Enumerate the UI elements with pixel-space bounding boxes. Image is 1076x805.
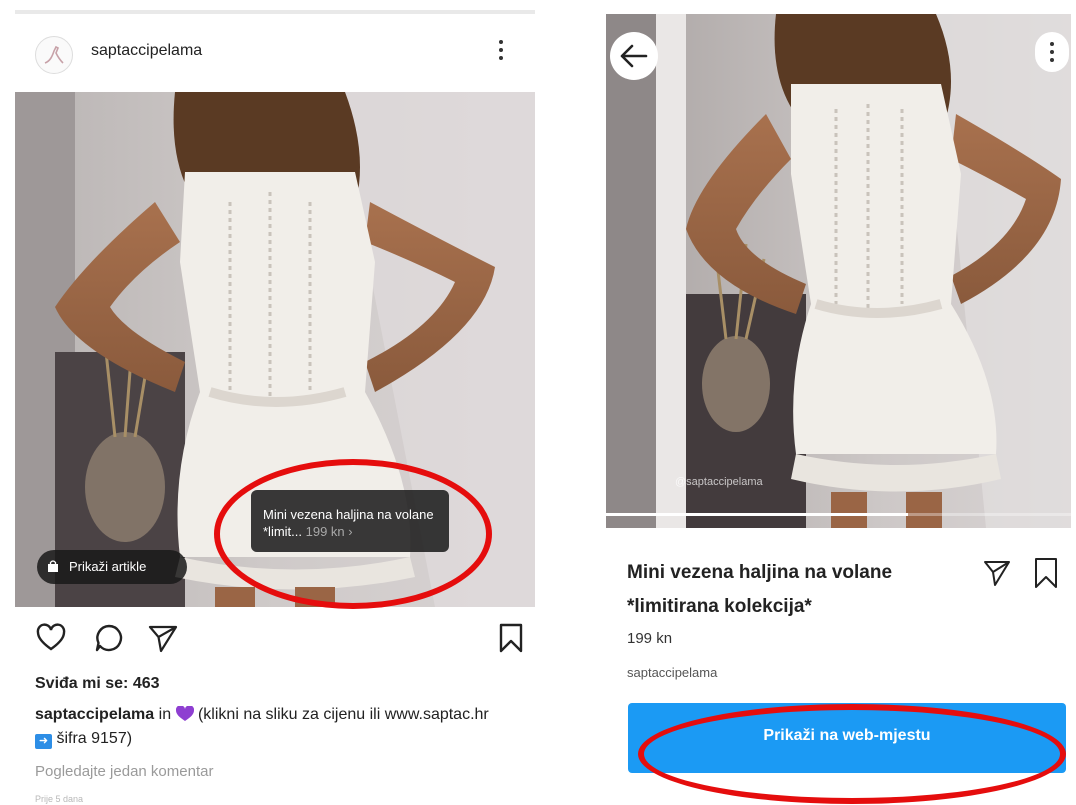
bookmark-icon-2[interactable] — [1032, 556, 1060, 590]
show-products-label: Prikaži artikle — [69, 559, 147, 574]
annotation-circle-tag — [214, 459, 492, 609]
product-price: 199 kn — [627, 630, 673, 647]
show-products-button[interactable]: Prikaži artikle — [37, 550, 187, 584]
avatar[interactable] — [35, 36, 73, 74]
view-comments-link[interactable]: Pogledajte jedan komentar — [35, 763, 213, 780]
image-progress-fill — [606, 513, 908, 516]
heart-icon[interactable] — [35, 622, 67, 654]
post-caption: saptaccipelama in (klikni na sliku za ci… — [35, 703, 505, 751]
dress-photo-illustration-2 — [606, 14, 1071, 528]
back-button[interactable] — [610, 32, 658, 80]
annotation-circle-button — [638, 704, 1066, 804]
product-photo[interactable] — [606, 14, 1071, 528]
purple-heart-icon — [175, 706, 194, 721]
arrow-left-icon — [620, 44, 648, 68]
more-options-icon-2[interactable] — [1035, 32, 1069, 72]
post-username[interactable]: saptaccipelama — [91, 42, 202, 60]
photo-watermark: @saptaccipelama — [675, 476, 763, 488]
send-icon-2[interactable] — [982, 558, 1012, 588]
caption-author[interactable]: saptaccipelama — [35, 706, 154, 723]
right-arrow-icon: ➜ — [35, 734, 52, 749]
product-detail-screen: @saptaccipelama Mini vezena haljina na v… — [600, 10, 1076, 805]
send-icon[interactable] — [147, 622, 179, 654]
instagram-post: saptaccipelama Mini vezena haljina na vo… — [15, 10, 535, 805]
caption-text-3: šifra 9157) — [52, 730, 133, 747]
comment-icon[interactable] — [93, 622, 125, 654]
product-title: Mini vezena haljina na volane *limitiran… — [627, 562, 893, 617]
caption-text-1: in — [154, 706, 176, 723]
shopping-bag-icon — [48, 560, 58, 572]
more-options-icon[interactable] — [495, 40, 507, 66]
likes-count[interactable]: Sviđa mi se: 463 — [35, 675, 160, 693]
post-timestamp: Prije 5 dana — [35, 794, 84, 804]
bookmark-icon[interactable] — [495, 622, 527, 654]
top-divider — [15, 10, 535, 14]
shop-name[interactable]: saptaccipelama — [627, 665, 717, 680]
shoe-logo-icon — [44, 45, 64, 64]
caption-text-2: (klikni na sliku za cijenu ili www.sapta… — [193, 706, 489, 723]
